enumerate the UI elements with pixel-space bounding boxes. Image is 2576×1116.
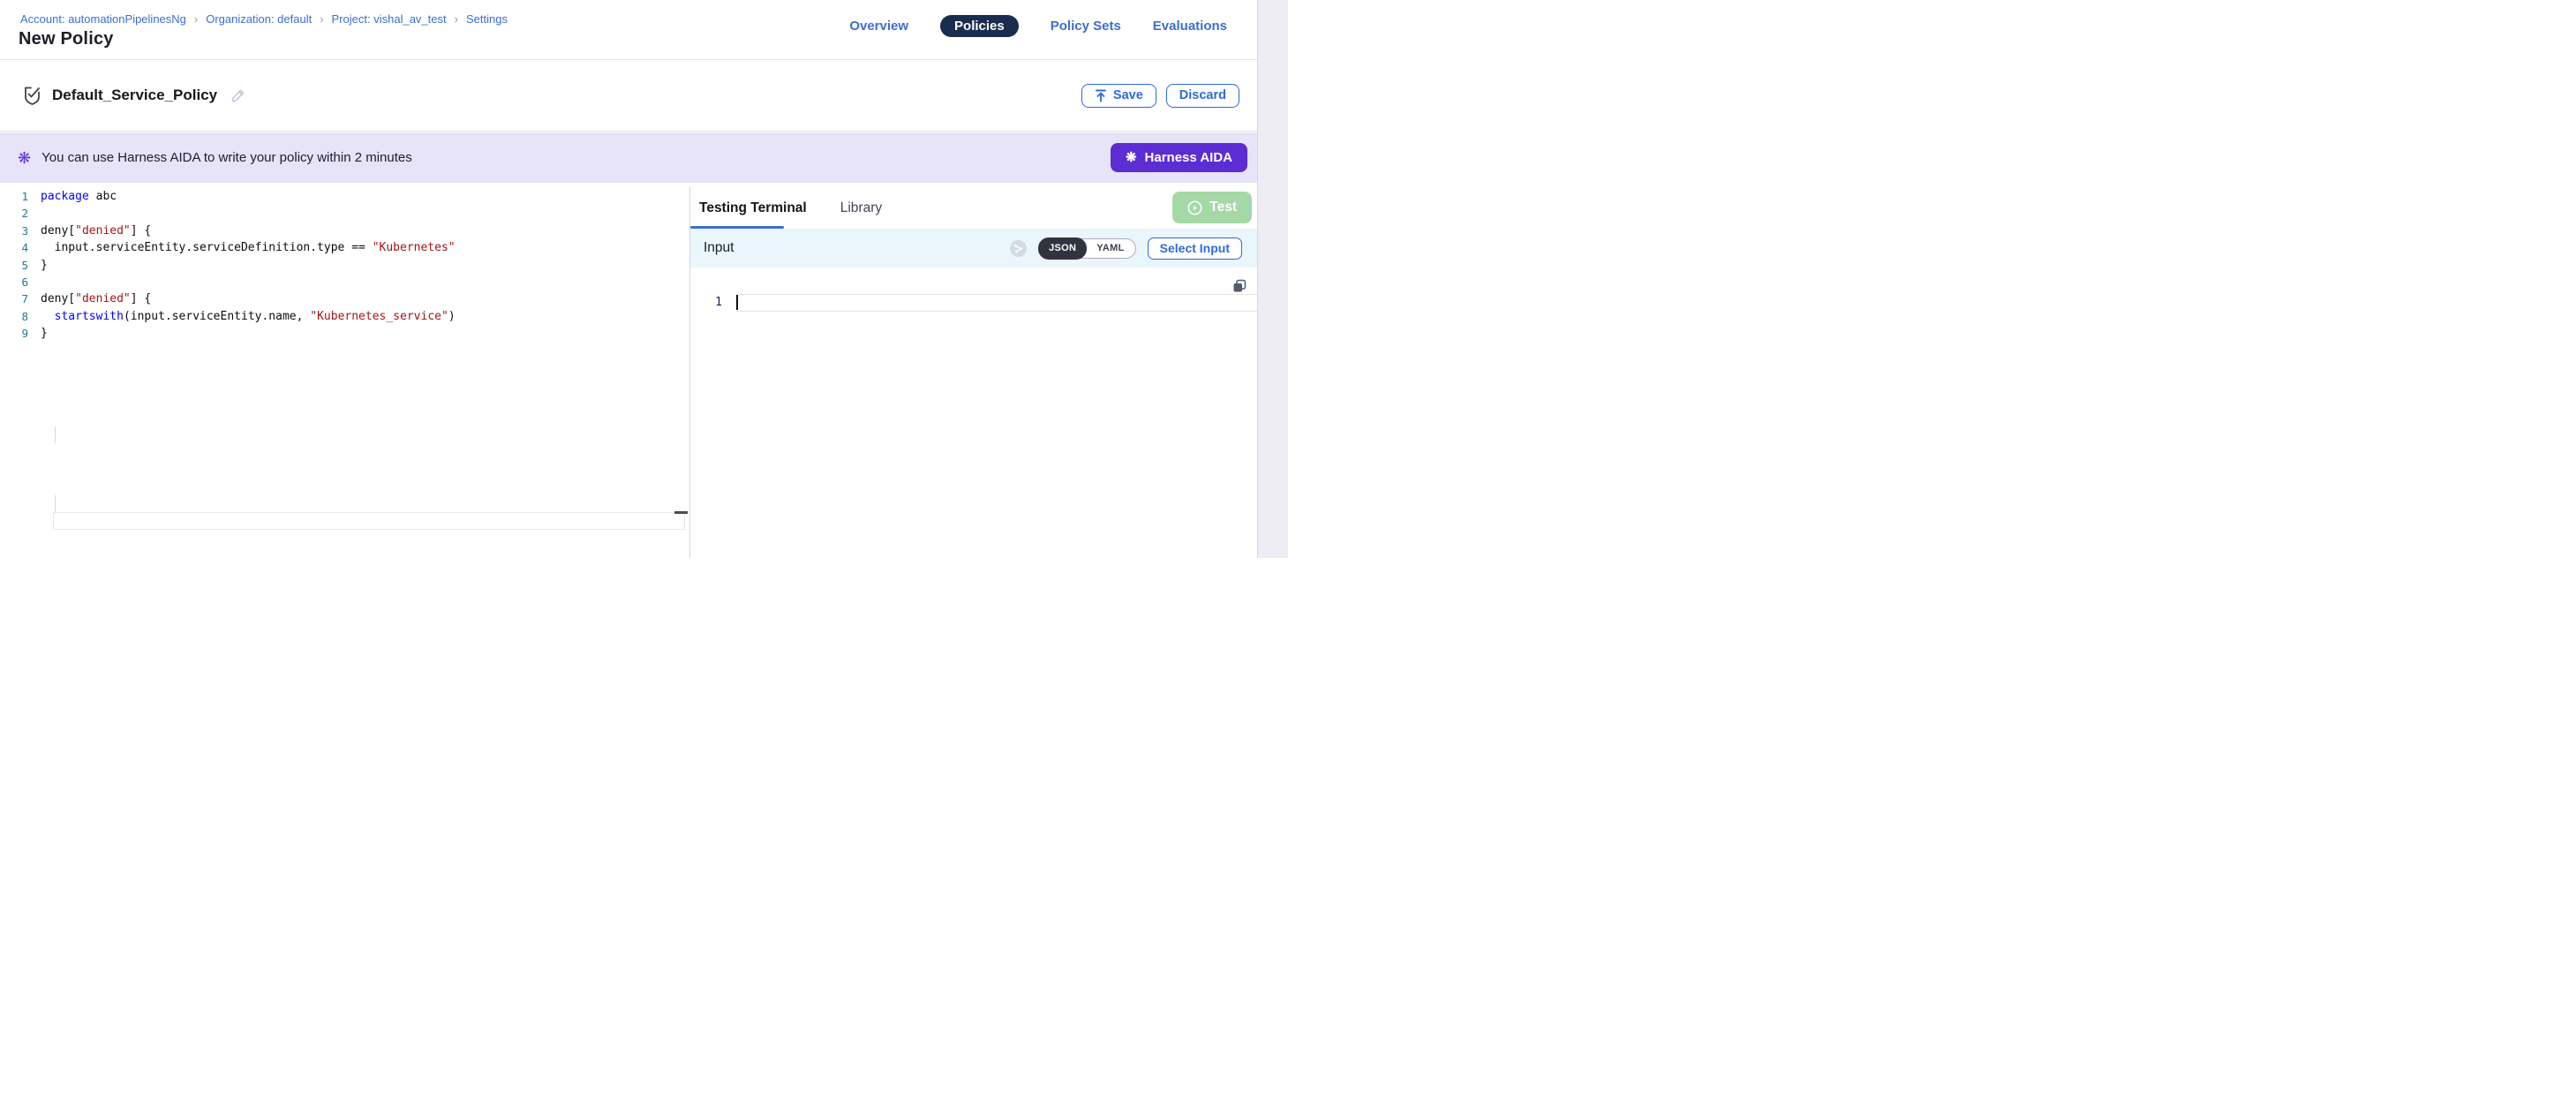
terminal-tab-library[interactable]: Library xyxy=(840,200,882,216)
aida-banner-message: You can use Harness AIDA to write your p… xyxy=(41,150,412,165)
input-editor[interactable]: 1 xyxy=(690,268,1257,558)
breadcrumb: Account: automationPipelinesNg › Organizat… xyxy=(20,12,508,26)
top-tab-evaluations[interactable]: Evaluations xyxy=(1153,19,1227,34)
aida-banner: ❋ You can use Harness AIDA to write your… xyxy=(0,132,1257,183)
code-line[interactable]: 7deny["denied"] { xyxy=(0,290,689,307)
code-line[interactable]: 8 startswith(input.serviceEntity.name, "… xyxy=(0,308,689,325)
policy-editor-page: Account: automationPipelinesNg › Organizat… xyxy=(0,0,1288,558)
breadcrumb-item[interactable]: Account: automationPipelinesNg xyxy=(20,12,186,26)
input-section-title: Input xyxy=(704,240,734,256)
input-line-number: 1 xyxy=(690,294,722,312)
top-tab-overview[interactable]: Overview xyxy=(849,19,908,34)
testing-terminal-panel: Testing Terminal Library Test Input xyxy=(690,188,1257,558)
indent-guide xyxy=(55,495,56,512)
code-line[interactable]: 3deny["denied"] { xyxy=(0,222,689,239)
breadcrumb-chevron-icon: › xyxy=(320,12,323,26)
policy-toolbar: Default_Service_Policy Save Discard xyxy=(0,60,1257,132)
input-current-line-highlight xyxy=(736,294,1257,312)
select-input-button[interactable]: Select Input xyxy=(1148,238,1242,260)
harness-aida-button-label: Harness AIDA xyxy=(1145,150,1232,165)
main-content: Account: automationPipelinesNg › Organizat… xyxy=(0,0,1257,558)
line-number: 8 xyxy=(0,308,41,325)
code-line[interactable]: 4 input.serviceEntity.serviceDefinition.… xyxy=(0,239,689,256)
top-tab-policies[interactable]: Policies xyxy=(940,15,1019,37)
upload-icon xyxy=(1095,89,1107,102)
top-nav-tabs: Overview Policies Policy Sets Evaluations xyxy=(849,15,1227,37)
save-button-label: Save xyxy=(1113,88,1143,102)
text-cursor xyxy=(736,295,738,310)
code-line[interactable]: 2 xyxy=(0,205,689,222)
format-toggle: JSONYAML xyxy=(1038,238,1136,259)
aida-button-sparkle-icon: ❋ xyxy=(1126,151,1137,164)
current-line-highlight xyxy=(53,512,685,530)
code-line[interactable]: 6 xyxy=(0,274,689,290)
line-number: 1 xyxy=(0,188,41,205)
code-line-content: } xyxy=(41,325,48,342)
code-line-content: input.serviceEntity.serviceDefinition.ty… xyxy=(41,239,456,256)
discard-button-label: Discard xyxy=(1179,88,1226,102)
code-line[interactable]: 9} xyxy=(0,325,689,342)
test-button-label: Test xyxy=(1209,200,1237,215)
breadcrumb-chevron-icon: › xyxy=(194,12,198,26)
aida-sparkle-icon: ❋ xyxy=(18,150,31,166)
share-graph-icon[interactable] xyxy=(1010,240,1027,257)
active-tab-underline xyxy=(690,226,784,229)
edit-policy-name-icon[interactable] xyxy=(230,87,246,103)
top-tab-policy-sets[interactable]: Policy Sets xyxy=(1051,19,1121,34)
line-number: 4 xyxy=(0,239,41,256)
line-number: 9 xyxy=(0,325,41,342)
line-number: 6 xyxy=(0,274,41,290)
code-line-content: deny["denied"] { xyxy=(41,222,151,239)
line-number: 2 xyxy=(0,205,41,222)
line-number: 5 xyxy=(0,257,41,274)
input-section-header: Input JSONYAML Select Input xyxy=(690,229,1257,268)
page-header: Account: automationPipelinesNg › Organizat… xyxy=(0,3,1257,60)
play-circle-icon xyxy=(1187,200,1202,215)
format-option-json[interactable]: JSON xyxy=(1038,238,1087,260)
copy-icon[interactable] xyxy=(1232,279,1247,293)
code-line[interactable]: 5} xyxy=(0,257,689,274)
breadcrumb-item[interactable]: Organization: default xyxy=(206,12,312,26)
breadcrumb-item[interactable]: Project: vishal_av_test xyxy=(332,12,447,26)
discard-button[interactable]: Discard xyxy=(1166,84,1239,108)
code-line-content: } xyxy=(41,257,48,274)
breadcrumb-item[interactable]: Settings xyxy=(466,12,508,26)
page-right-gutter xyxy=(1257,0,1288,558)
policy-name: Default_Service_Policy xyxy=(52,87,217,104)
terminal-tab-testing-terminal[interactable]: Testing Terminal xyxy=(699,200,807,216)
policy-code-editor[interactable]: 1package abc23deny["denied"] {4 input.se… xyxy=(0,188,689,558)
code-line-content: deny["denied"] { xyxy=(41,290,151,307)
code-line-content: startswith(input.serviceEntity.name, "Ku… xyxy=(41,308,456,325)
test-button[interactable]: Test xyxy=(1172,192,1252,223)
terminal-tabs: Testing Terminal Library Test xyxy=(690,188,1257,229)
breadcrumb-chevron-icon: › xyxy=(455,12,458,26)
line-number: 7 xyxy=(0,290,41,307)
harness-aida-button[interactable]: ❋ Harness AIDA xyxy=(1111,143,1247,172)
code-line[interactable]: 1package abc xyxy=(0,188,689,205)
line-number: 3 xyxy=(0,222,41,239)
format-option-yaml[interactable]: YAML xyxy=(1086,238,1134,259)
save-button[interactable]: Save xyxy=(1081,84,1156,108)
overview-ruler-cursor-marker xyxy=(674,511,688,514)
policy-shield-check-icon xyxy=(23,86,41,106)
indent-guide xyxy=(55,426,56,443)
code-line-content: package abc xyxy=(41,188,117,205)
page-title: New Policy xyxy=(19,29,114,49)
